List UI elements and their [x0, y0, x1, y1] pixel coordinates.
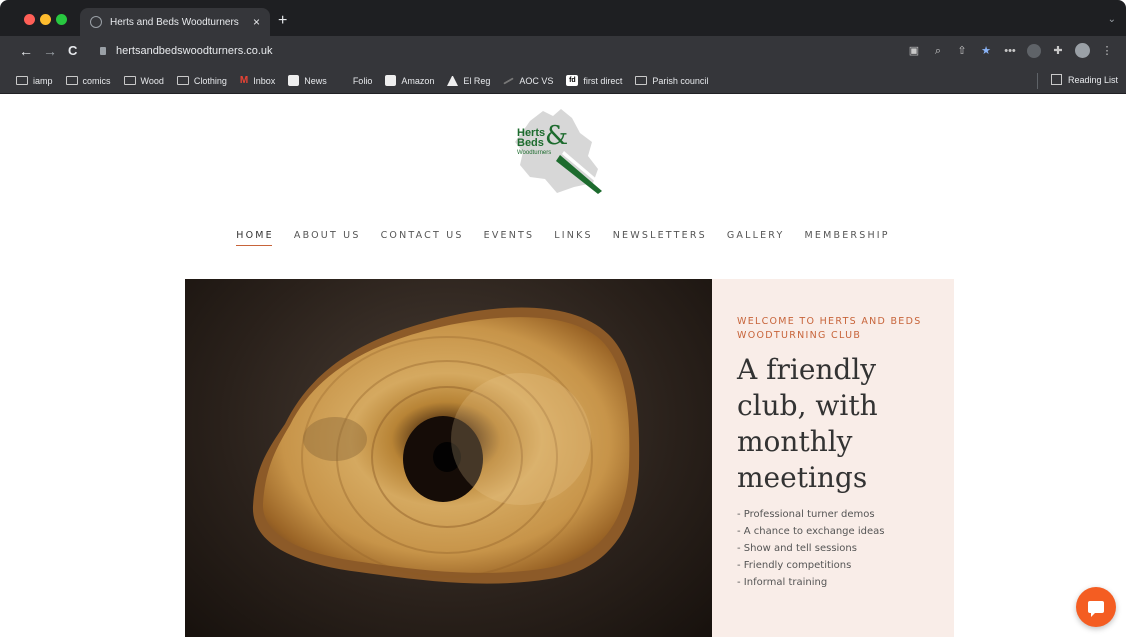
- bookmark-aoc-vs[interactable]: AOC VS: [503, 76, 553, 86]
- browser-menu-icon[interactable]: ⋮: [1100, 44, 1114, 58]
- amazon-icon: [385, 75, 397, 86]
- share-icon[interactable]: ⇧: [955, 44, 969, 58]
- wooden-bowl-illustration: [252, 307, 640, 584]
- reload-button[interactable]: C: [68, 43, 77, 59]
- tab-search-icon[interactable]: ⌄: [1108, 14, 1116, 25]
- site-favicon-icon: [90, 16, 102, 28]
- feature-item: - Friendly competitions: [737, 560, 852, 571]
- bookmark-label: Clothing: [193, 75, 227, 86]
- tab-bar: Herts and Beds Woodturners × + ⌄: [0, 0, 1126, 36]
- hero-text-panel: WELCOME TO HERTS AND BEDS WOODTURNING CL…: [712, 279, 954, 637]
- back-button[interactable]: ←: [19, 43, 33, 59]
- nav-home[interactable]: HOME: [236, 230, 274, 246]
- bookmark-clothing[interactable]: Clothing: [176, 75, 227, 86]
- bookmark-parish-council[interactable]: Parish council: [635, 76, 708, 86]
- bookmark-divider: [1037, 73, 1038, 89]
- bookmark-wood[interactable]: Wood: [123, 75, 164, 86]
- bookmark-label: comics: [82, 75, 111, 86]
- folder-icon: [635, 76, 648, 85]
- browser-toolbar: ← → C hertsandbedswoodturners.co.uk ▣ ⌕ …: [0, 36, 1126, 68]
- nav-events[interactable]: EVENTS: [484, 230, 535, 246]
- bookmark-label: Folio: [352, 75, 373, 86]
- forward-button[interactable]: →: [43, 43, 57, 59]
- chat-icon: [1088, 601, 1104, 617]
- gmail-icon: M: [239, 75, 249, 86]
- bookmark-news[interactable]: News: [288, 75, 327, 86]
- logo-beds: Beds: [517, 137, 544, 149]
- bookmark-amazon[interactable]: Amazon: [385, 75, 434, 86]
- extensions-puzzle-icon[interactable]: ✚: [1051, 44, 1065, 58]
- bookmark-label: El Reg: [463, 75, 491, 86]
- install-app-icon[interactable]: ▣: [907, 44, 921, 58]
- toolbar-actions: ▣ ⌕ ⇧ ★ ••• ✚ ⋮: [907, 43, 1114, 58]
- folder-icon: [123, 76, 136, 85]
- reading-list-icon: [1050, 74, 1062, 85]
- bookmark-el-reg[interactable]: El Reg: [447, 75, 490, 86]
- feature-list: - Professional turner demos - A chance t…: [737, 506, 937, 591]
- turned-bowl-image: [185, 279, 712, 637]
- feature-item: - Show and tell sessions: [737, 543, 857, 554]
- bookmark-star-icon[interactable]: ★: [979, 44, 993, 58]
- feature-item: - Professional turner demos: [737, 509, 875, 520]
- welcome-kicker: WELCOME TO HERTS AND BEDS WOODTURNING CL…: [737, 316, 922, 341]
- folder-icon: [16, 76, 28, 85]
- bookmark-label: Inbox: [253, 75, 276, 86]
- nav-gallery[interactable]: GALLERY: [727, 230, 785, 246]
- feature-item: - A chance to exchange ideas: [737, 526, 885, 537]
- bookmark-label: Parish council: [652, 75, 709, 86]
- logo-subtitle: Woodturners: [517, 150, 552, 156]
- folder-icon: [65, 76, 78, 85]
- logo-text: Herts Beds: [517, 128, 545, 149]
- bookmark-label: Amazon: [401, 75, 435, 86]
- reading-list-button[interactable]: Reading List: [1050, 74, 1118, 85]
- tab-title: Herts and Beds Woodturners: [110, 16, 239, 28]
- address-bar[interactable]: hertsandbedswoodturners.co.uk: [116, 45, 273, 57]
- bookmark-first-direct[interactable]: fd first direct: [566, 75, 622, 86]
- news-icon: [288, 75, 300, 86]
- nav-links[interactable]: LINKS: [554, 230, 592, 246]
- close-window-button[interactable]: [24, 14, 35, 25]
- bookmark-label: first direct: [583, 75, 623, 86]
- bookmark-label: AOC VS: [519, 75, 554, 86]
- first-direct-icon: fd: [566, 75, 579, 86]
- logo-ampersand: &: [545, 121, 569, 151]
- bookmark-comics[interactable]: comics: [65, 75, 111, 86]
- elreg-icon: [447, 75, 459, 86]
- chat-button[interactable]: [1076, 587, 1116, 627]
- active-tab[interactable]: Herts and Beds Woodturners ×: [80, 8, 270, 36]
- close-tab-icon[interactable]: ×: [253, 15, 260, 29]
- profile-avatar[interactable]: [1075, 43, 1090, 58]
- bookmark-folio[interactable]: Folio: [340, 75, 373, 86]
- main-navigation: HOME ABOUT US CONTACT US EVENTS LINKS NE…: [0, 230, 1126, 246]
- bookmarks-bar: iamp comics Wood Clothing M Inbox News Fo…: [0, 68, 1126, 94]
- lock-icon[interactable]: [100, 47, 106, 55]
- nav-membership[interactable]: MEMBERSHIP: [805, 230, 890, 246]
- nav-contact-us[interactable]: CONTACT US: [381, 230, 464, 246]
- bookmark-inbox[interactable]: M Inbox: [240, 75, 275, 86]
- new-tab-button[interactable]: +: [278, 13, 287, 29]
- aoc-icon: [503, 76, 515, 85]
- reading-list-label: Reading List: [1067, 74, 1118, 85]
- bookmark-label: iamp: [33, 75, 53, 86]
- maximize-window-button[interactable]: [56, 14, 67, 25]
- minimize-window-button[interactable]: [40, 14, 51, 25]
- bookmark-iamp[interactable]: iamp: [16, 76, 53, 86]
- web-page: Herts Beds & Woodturners HOME ABOUT US C…: [0, 95, 1126, 637]
- zoom-icon[interactable]: ⌕: [931, 44, 945, 58]
- site-logo[interactable]: Herts Beds & Woodturners: [510, 103, 608, 195]
- bookmark-label: Wood: [140, 75, 164, 86]
- nav-newsletters[interactable]: NEWSLETTERS: [613, 230, 707, 246]
- hero-headline: A friendly club, with monthly meetings: [737, 353, 878, 494]
- folio-icon: [340, 75, 348, 86]
- feature-item: - Informal training: [737, 577, 828, 588]
- nav-about-us[interactable]: ABOUT US: [294, 230, 361, 246]
- extension-menu-icon[interactable]: •••: [1003, 44, 1017, 58]
- browser-window: Herts and Beds Woodturners × + ⌄ ← → C h…: [0, 0, 1126, 637]
- extension-icon[interactable]: [1027, 43, 1041, 58]
- bookmark-label: News: [304, 75, 327, 86]
- folder-icon: [176, 76, 189, 85]
